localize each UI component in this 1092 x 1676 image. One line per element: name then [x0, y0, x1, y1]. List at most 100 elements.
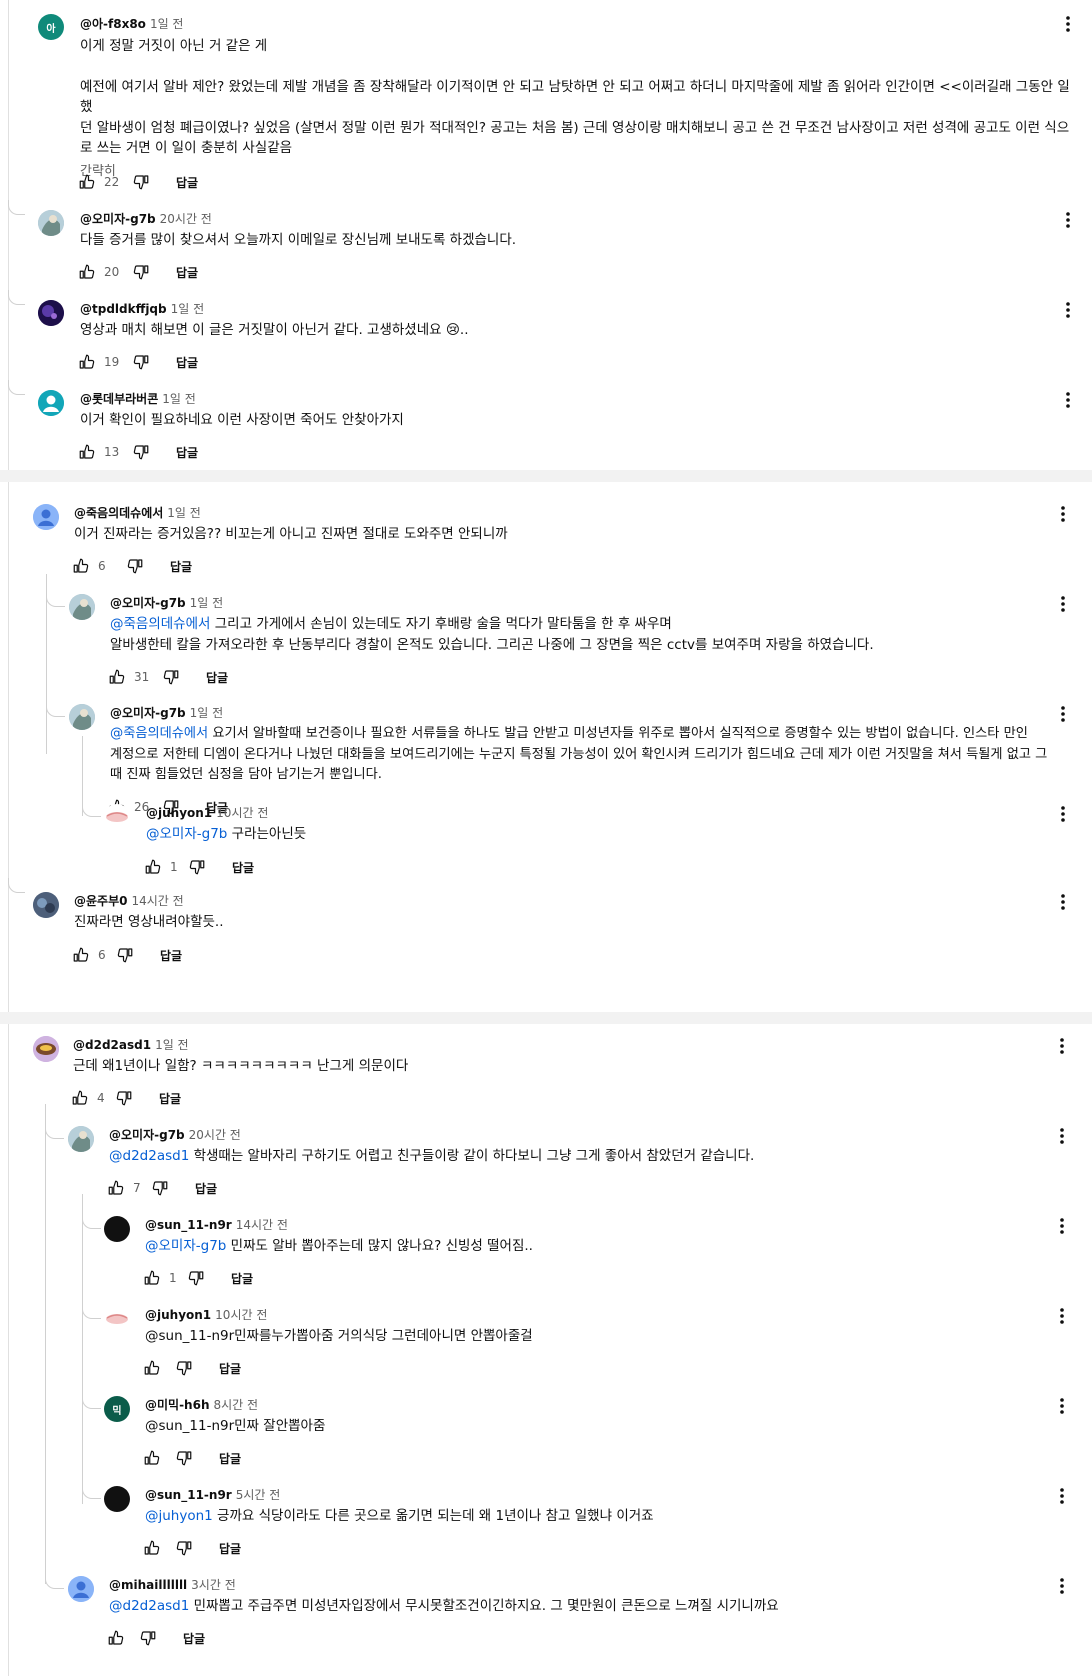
comment-author[interactable]: @sun_11-n9r [145, 1488, 232, 1502]
more-options-icon[interactable] [1053, 504, 1073, 524]
reply-button[interactable]: 답글 [176, 174, 198, 191]
avatar[interactable] [68, 1576, 94, 1602]
thumbs-up-icon[interactable] [143, 1359, 161, 1377]
thumbs-up-icon[interactable] [72, 557, 90, 575]
reply-button[interactable]: 답글 [176, 264, 198, 281]
thumbs-up-icon[interactable] [107, 1179, 125, 1197]
avatar[interactable]: 아 [38, 14, 64, 40]
more-options-icon[interactable] [1058, 14, 1078, 34]
more-options-icon[interactable] [1052, 1486, 1072, 1506]
thumbs-down-icon[interactable] [132, 263, 150, 281]
avatar[interactable] [33, 1036, 59, 1062]
avatar[interactable] [104, 1486, 130, 1512]
comment-author[interactable]: @오미자-g7b [110, 596, 186, 610]
mention-link[interactable]: @죽음의데슈에서 [110, 726, 208, 741]
avatar[interactable] [38, 390, 64, 416]
reply-button[interactable]: 답글 [206, 669, 228, 686]
avatar[interactable] [69, 704, 95, 730]
reply-button[interactable]: 답글 [219, 1540, 241, 1557]
mention-link[interactable]: @d2d2asd1 [109, 1598, 189, 1614]
comment-author[interactable]: @아-f8x8o [80, 17, 146, 31]
avatar[interactable]: 믹 [104, 1396, 130, 1422]
thumbs-down-icon[interactable] [175, 1449, 193, 1467]
avatar[interactable] [68, 1126, 94, 1152]
more-options-icon[interactable] [1053, 704, 1073, 724]
thumbs-down-icon[interactable] [162, 668, 180, 686]
comment-author[interactable]: @mihailllllll [109, 1578, 187, 1592]
thumbs-down-icon[interactable] [126, 557, 144, 575]
reply-button[interactable]: 답글 [159, 1090, 181, 1107]
avatar[interactable] [38, 300, 64, 326]
more-options-icon[interactable] [1052, 1126, 1072, 1146]
thumbs-up-icon[interactable] [78, 263, 96, 281]
thumbs-down-icon[interactable] [175, 1359, 193, 1377]
thumbs-up-icon[interactable] [107, 1629, 125, 1647]
comment-author[interactable]: @오미자-g7b [110, 706, 186, 720]
reply-button[interactable]: 답글 [176, 444, 198, 461]
more-options-icon[interactable] [1058, 390, 1078, 410]
comment-author[interactable]: @d2d2asd1 [73, 1038, 151, 1052]
more-options-icon[interactable] [1053, 804, 1073, 824]
avatar[interactable] [104, 1216, 130, 1242]
mention-link[interactable]: @오미자-g7b [145, 1238, 226, 1254]
comment-time[interactable]: 10시간 전 [215, 1308, 267, 1322]
thumbs-up-icon[interactable] [143, 1539, 161, 1557]
avatar[interactable] [69, 594, 95, 620]
thumbs-down-icon[interactable] [187, 1269, 205, 1287]
more-options-icon[interactable] [1052, 1036, 1072, 1056]
comment-time[interactable]: 1일 전 [155, 1038, 189, 1052]
comment-time[interactable]: 1일 전 [167, 506, 201, 520]
comment-time[interactable]: 20시간 전 [189, 1128, 241, 1142]
comment-time[interactable]: 14시간 전 [131, 894, 183, 908]
comment-time[interactable]: 10시간 전 [216, 806, 268, 820]
reply-button[interactable]: 답글 [183, 1630, 205, 1647]
comment-time[interactable]: 5시간 전 [236, 1488, 281, 1502]
comment-author[interactable]: @tpdldkffjqb [80, 302, 167, 316]
reply-button[interactable]: 답글 [170, 558, 192, 575]
mention-link[interactable]: @오미자-g7b [146, 826, 227, 842]
more-options-icon[interactable] [1058, 300, 1078, 320]
reply-button[interactable]: 답글 [176, 354, 198, 371]
comment-author[interactable]: @오미자-g7b [109, 1128, 185, 1142]
thumbs-up-icon[interactable] [144, 858, 162, 876]
show-less-link[interactable]: 간략히 [80, 162, 1080, 183]
more-options-icon[interactable] [1052, 1216, 1072, 1236]
comment-author[interactable]: @sun_11-n9r [145, 1218, 232, 1232]
comment-author[interactable]: @죽음의데슈에서 [74, 506, 163, 520]
reply-button[interactable]: 답글 [219, 1360, 241, 1377]
more-options-icon[interactable] [1053, 594, 1073, 614]
comment-time[interactable]: 20시간 전 [160, 212, 212, 226]
comment-author[interactable]: @롯데부라버콘 [80, 392, 158, 406]
comment-author[interactable]: @미믹-h6h [145, 1398, 210, 1412]
thumbs-down-icon[interactable] [132, 443, 150, 461]
comment-time[interactable]: 1일 전 [190, 596, 224, 610]
comment-author[interactable]: @오미자-g7b [80, 212, 156, 226]
mention-link[interactable]: @죽음의데슈에서 [110, 616, 210, 632]
reply-button[interactable]: 답글 [232, 859, 254, 876]
thumbs-down-icon[interactable] [151, 1179, 169, 1197]
thumbs-up-icon[interactable] [143, 1449, 161, 1467]
comment-time[interactable]: 3시간 전 [191, 1578, 236, 1592]
thumbs-down-icon[interactable] [116, 946, 134, 964]
reply-button[interactable]: 답글 [219, 1450, 241, 1467]
thumbs-up-icon[interactable] [78, 443, 96, 461]
more-options-icon[interactable] [1053, 892, 1073, 912]
more-options-icon[interactable] [1052, 1306, 1072, 1326]
thumbs-up-icon[interactable] [72, 946, 90, 964]
thumbs-down-icon[interactable] [132, 353, 150, 371]
mention-link[interactable]: @juhyon1 [145, 1508, 213, 1524]
thumbs-up-icon[interactable] [143, 1269, 161, 1287]
thumbs-up-icon[interactable] [71, 1089, 89, 1107]
more-options-icon[interactable] [1058, 210, 1078, 230]
thumbs-down-icon[interactable] [115, 1089, 133, 1107]
thumbs-up-icon[interactable] [78, 173, 96, 191]
mention-link[interactable]: @d2d2asd1 [109, 1148, 189, 1164]
comment-time[interactable]: 14시간 전 [236, 1218, 288, 1232]
comment-time[interactable]: 1일 전 [150, 17, 184, 31]
comment-author[interactable]: @juhyon1 [145, 1308, 211, 1322]
reply-button[interactable]: 답글 [160, 947, 182, 964]
avatar[interactable] [38, 210, 64, 236]
avatar[interactable] [33, 892, 59, 918]
more-options-icon[interactable] [1052, 1396, 1072, 1416]
thumbs-up-icon[interactable] [108, 668, 126, 686]
